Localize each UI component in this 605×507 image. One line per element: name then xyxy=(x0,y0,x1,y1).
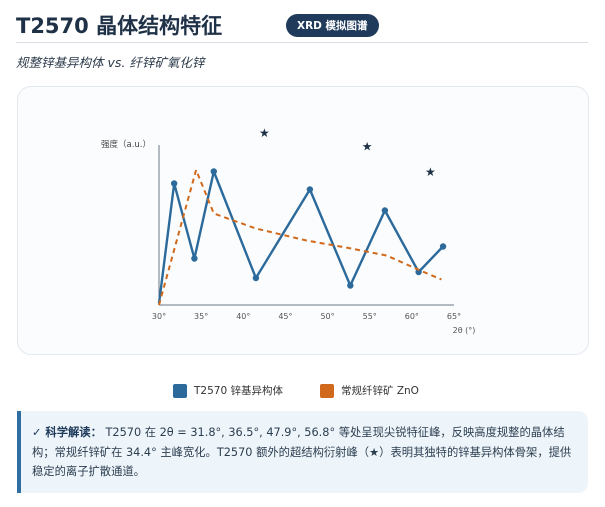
insight-text: ✓ 科学解读： T2570 在 2θ = 31.8°, 36.5°, 47.9°… xyxy=(32,423,574,482)
star-annotation: ★ xyxy=(259,126,270,140)
data-point xyxy=(210,168,217,175)
series-line-t2570 xyxy=(157,170,444,304)
data-point xyxy=(347,282,354,289)
page-title: T2570 晶体结构特征 xyxy=(16,14,223,38)
x-tick-label: 55° xyxy=(363,312,377,321)
data-point xyxy=(170,180,178,187)
data-point xyxy=(306,186,314,193)
header-divider xyxy=(16,42,588,43)
y-axis-label: 强度（a.u.） xyxy=(101,139,151,150)
header: T2570 晶体结构特征 XRD 模拟图谱 xyxy=(16,8,588,42)
chart-legend: T2570 锌基异构体 常规纤锌矿 ZnO xyxy=(0,383,605,399)
data-point xyxy=(191,255,198,262)
legend-label-zno: 常规纤锌矿 ZnO xyxy=(341,385,419,397)
legend-item-zno[interactable]: 常规纤锌矿 ZnO xyxy=(320,383,419,398)
star-annotation: ★ xyxy=(362,140,373,154)
x-tick-label: 65° xyxy=(447,312,461,321)
x-tick-label: 30° xyxy=(152,312,166,321)
star-annotation: ★ xyxy=(425,165,436,179)
chart-card: 强度（a.u.） 30° 35° 40° 45° 50° 55° 60° 65° 2θ (°) ★ ★… xyxy=(17,86,589,355)
x-tick-label: 60° xyxy=(405,312,419,321)
xrd-chart: 强度（a.u.） 30° 35° 40° 45° 50° 55° 60° 65° 2θ (°) ★ ★… xyxy=(101,126,476,335)
insight-body: T2570 在 2θ = 31.8°, 36.5°, 47.9°, 56.8° … xyxy=(32,426,572,478)
data-point xyxy=(439,243,447,250)
x-tick-label: 45° xyxy=(278,312,292,321)
insight-label: ✓ 科学解读： xyxy=(32,426,102,439)
x-tick-label: 35° xyxy=(194,312,208,321)
insight-note: ✓ 科学解读： T2570 在 2θ = 31.8°, 36.5°, 47.9°… xyxy=(17,411,588,493)
legend-item-t2570[interactable]: T2570 锌基异构体 xyxy=(173,383,283,398)
legend-label-t2570: T2570 锌基异构体 xyxy=(194,385,283,397)
xrd-badge: XRD 模拟图谱 xyxy=(286,14,379,37)
legend-swatch-t2570 xyxy=(173,383,187,398)
legend-swatch-zno xyxy=(320,383,334,398)
data-point xyxy=(381,207,389,214)
page-subtitle: 规整锌基异构体 vs. 纤锌矿氧化锌 xyxy=(16,55,205,70)
x-tick-label: 50° xyxy=(320,312,334,321)
x-tick-label: 40° xyxy=(236,312,250,321)
data-point xyxy=(252,274,260,282)
x-axis-label: 2θ (°) xyxy=(453,326,476,335)
